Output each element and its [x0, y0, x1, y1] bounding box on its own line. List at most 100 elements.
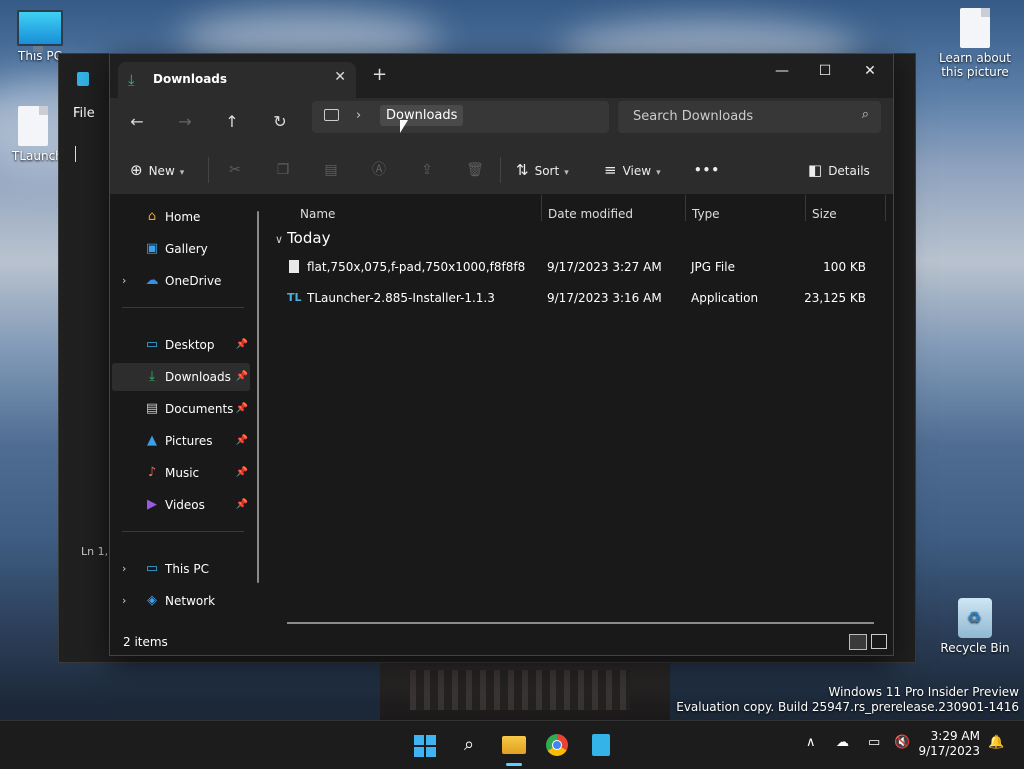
sidebar-item-videos[interactable]: ▶ Videos 📌	[112, 491, 250, 519]
notepad-taskbar-icon[interactable]	[587, 731, 615, 759]
download-icon: ⤓	[128, 71, 135, 89]
breadcrumb-downloads[interactable]: Downloads	[380, 105, 464, 126]
pin-icon[interactable]: 📌	[236, 459, 248, 487]
chevron-right-icon[interactable]: ›	[122, 267, 126, 295]
tlauncher-icon: TL	[287, 291, 302, 304]
pictures-icon: ▲	[147, 433, 157, 448]
file-menu[interactable]: File	[73, 106, 95, 121]
column-header-size[interactable]: Size	[812, 207, 837, 221]
paste-icon[interactable]: ▤	[320, 159, 342, 181]
chevron-right-icon[interactable]: ›	[356, 108, 361, 123]
close-tab-icon[interactable]: ✕	[334, 69, 346, 85]
sidebar-item-desktop[interactable]: ▭ Desktop 📌	[112, 331, 250, 359]
display-icon[interactable]: ▭	[868, 735, 880, 750]
background-rocks	[380, 660, 670, 722]
forward-button[interactable]: →	[170, 108, 200, 136]
music-icon: ♪	[147, 465, 157, 480]
file-icon	[960, 8, 990, 48]
sidebar-scrollbar[interactable]	[257, 211, 259, 583]
column-header-date-modified[interactable]: Date modified	[548, 207, 633, 221]
pin-icon[interactable]: 📌	[236, 395, 248, 423]
windows-logo-icon	[414, 735, 436, 757]
file-explorer-window[interactable]: ⤓ Downloads ✕ + — ☐ ✕ ← → ↑ ↻ › Download…	[109, 53, 894, 656]
close-window-button[interactable]: ✕	[848, 58, 892, 84]
search-icon[interactable]: ⌕	[455, 731, 483, 759]
cut-icon[interactable]: ✂	[224, 159, 246, 181]
more-options-button[interactable]: •••	[694, 158, 720, 182]
sidebar-item-pictures[interactable]: ▲ Pictures 📌	[112, 427, 250, 455]
new-tab-button[interactable]: +	[372, 64, 387, 85]
file-name: TLauncher-2.885-Installer-1.1.3	[307, 291, 495, 305]
chevron-right-icon[interactable]: ›	[122, 555, 126, 583]
file-explorer-taskbar-icon[interactable]	[500, 731, 528, 759]
sidebar-item-home[interactable]: ⌂ Home	[112, 203, 250, 231]
network-status-icon[interactable]: ☁	[836, 735, 849, 750]
copy-icon[interactable]: ❐	[272, 159, 294, 181]
pin-icon[interactable]: 📌	[236, 363, 248, 391]
file-row[interactable]: flat,750x,075,f-pad,750x1000,f8f8f8 9/17…	[281, 253, 881, 281]
back-button[interactable]: ←	[122, 108, 152, 136]
system-clock[interactable]: 3:29 AM 9/17/2023	[918, 729, 980, 759]
sidebar-item-music[interactable]: ♪ Music 📌	[112, 459, 250, 487]
watermark-line2: Evaluation copy. Build 25947.rs_prerelea…	[676, 700, 1019, 714]
maximize-button[interactable]: ☐	[803, 58, 847, 84]
videos-icon: ▶	[147, 497, 157, 512]
tiles-view-icon[interactable]	[871, 634, 887, 649]
column-divider[interactable]	[885, 195, 886, 221]
desktop-icon-recycle-bin[interactable]: Recycle Bin	[935, 598, 1015, 655]
sidebar-divider	[122, 531, 244, 532]
share-icon[interactable]: ⇪	[416, 159, 438, 181]
group-header-today[interactable]: ∨ Today	[275, 229, 330, 247]
refresh-button[interactable]: ↻	[265, 108, 295, 136]
notepad-icon	[592, 734, 610, 756]
details-button[interactable]: ◧ Details	[808, 158, 870, 182]
minimize-button[interactable]: —	[760, 58, 804, 84]
desktop-icon-learn-about-picture[interactable]: Learn about this picture	[935, 8, 1015, 79]
recycle-bin-icon	[958, 598, 992, 638]
sidebar-item-this-pc[interactable]: › ▭ This PC	[112, 555, 250, 583]
show-hidden-icons-button[interactable]: ∧	[806, 735, 816, 750]
sidebar-item-onedrive[interactable]: › ☁ OneDrive	[112, 267, 250, 295]
sidebar-item-downloads[interactable]: ⤓ Downloads 📌	[112, 363, 250, 391]
this-pc-icon[interactable]	[324, 109, 339, 121]
column-header-name[interactable]: Name	[300, 207, 335, 221]
details-label: Details	[828, 164, 870, 178]
new-button[interactable]: ⊕ New ▾	[130, 158, 184, 182]
sidebar-item-network[interactable]: › ◈ Network	[112, 587, 250, 615]
sort-button[interactable]: ⇅ Sort ▾	[516, 158, 569, 182]
notification-bell-icon[interactable]: 🔔	[988, 735, 1004, 750]
chrome-taskbar-icon[interactable]	[543, 731, 571, 759]
chevron-right-icon[interactable]: ›	[122, 587, 126, 615]
column-divider[interactable]	[541, 195, 542, 221]
view-button[interactable]: ≡ View ▾	[604, 158, 661, 182]
file-row[interactable]: TL TLauncher-2.885-Installer-1.1.3 9/17/…	[281, 284, 881, 312]
pin-icon[interactable]: 📌	[236, 427, 248, 455]
column-header-type[interactable]: Type	[692, 207, 720, 221]
column-divider[interactable]	[805, 195, 806, 221]
delete-icon[interactable]: 🗑	[464, 159, 486, 181]
start-button[interactable]	[410, 731, 438, 759]
volume-muted-icon[interactable]: 🔇	[894, 735, 910, 750]
search-icon[interactable]: ⌕	[862, 107, 869, 122]
search-box[interactable]: Search Downloads ⌕	[618, 101, 881, 133]
search-placeholder[interactable]: Search Downloads	[633, 109, 753, 124]
toolbar-divider	[500, 157, 501, 183]
sidebar-item-gallery[interactable]: ▣ Gallery	[112, 235, 250, 263]
sidebar-item-label: Desktop	[165, 338, 215, 352]
pin-icon[interactable]: 📌	[236, 491, 248, 519]
plus-circle-icon: ⊕	[130, 161, 143, 179]
view-icon: ≡	[604, 161, 617, 179]
horizontal-scrollbar[interactable]	[287, 622, 874, 624]
address-bar[interactable]: › Downloads	[312, 101, 609, 133]
sidebar-item-documents[interactable]: ▤ Documents 📌	[112, 395, 250, 423]
up-button[interactable]: ↑	[217, 108, 247, 136]
title-bar[interactable]: ⤓ Downloads ✕ + — ☐ ✕	[110, 54, 893, 98]
navigation-bar: ← → ↑ ↻ › Downloads Search Downloads ⌕	[110, 98, 893, 146]
group-label: Today	[287, 229, 331, 247]
windows-watermark: Windows 11 Pro Insider Preview Evaluatio…	[676, 685, 1019, 715]
rename-icon[interactable]: Ⓐ	[368, 159, 390, 181]
tab-downloads[interactable]: ⤓ Downloads ✕	[118, 62, 356, 98]
pin-icon[interactable]: 📌	[236, 331, 248, 359]
details-view-icon[interactable]	[849, 634, 867, 650]
column-divider[interactable]	[685, 195, 686, 221]
